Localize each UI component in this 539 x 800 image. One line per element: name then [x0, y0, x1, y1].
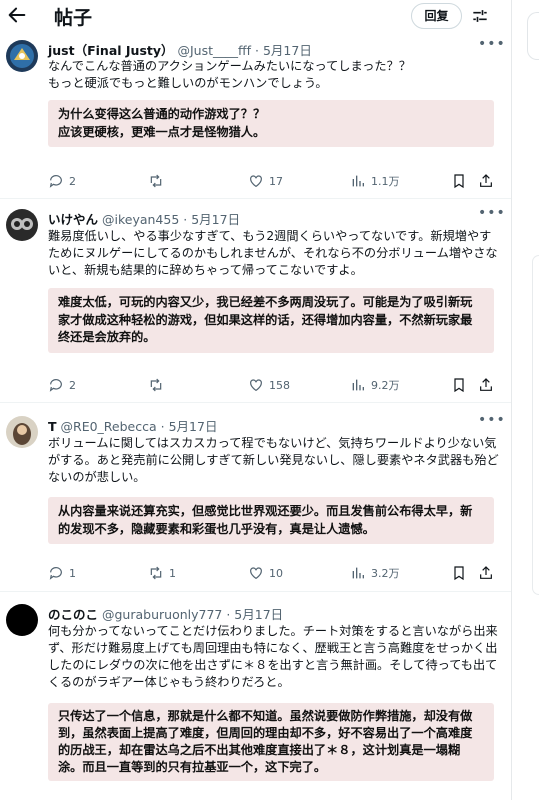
repost-icon — [150, 566, 162, 580]
more-icon[interactable]: ••• — [478, 36, 506, 52]
avatar[interactable] — [6, 40, 38, 72]
bookmark-icon — [454, 566, 464, 581]
author-handle[interactable]: @guraburuonly777 — [102, 607, 222, 622]
reply-action[interactable]: 1 — [48, 563, 76, 583]
page-title: 帖子 — [54, 7, 93, 29]
repost-action[interactable] — [148, 375, 169, 395]
like-icon — [250, 175, 262, 188]
more-icon[interactable]: ••• — [478, 205, 506, 221]
author-handle[interactable]: @RE0_Rebecca — [61, 419, 157, 434]
like-icon — [250, 567, 262, 580]
post-text: なんでこんな普通のアクションゲームみたいになってしまった？？ もっと硬派でもっと… — [48, 59, 411, 90]
like-count: 17 — [269, 174, 283, 188]
translation-box: 为什么变得这么普通的动作游戏了？？ 应该更硬核，更难一点才是怪物猎人。 — [48, 100, 494, 147]
reply-button[interactable]: 回复 — [411, 3, 462, 29]
author-handle[interactable]: @ikeyan455 — [102, 212, 179, 227]
bookmark-action[interactable] — [451, 375, 467, 395]
share-icon — [480, 378, 492, 391]
reply-icon — [49, 175, 62, 188]
author-name[interactable]: just（Final Justy） — [48, 43, 174, 58]
repost-action[interactable] — [148, 171, 169, 191]
views-action[interactable]: 9.2万 — [350, 375, 400, 395]
back-arrow-icon[interactable] — [6, 4, 28, 26]
post-date[interactable]: · 5月17日 — [255, 43, 312, 58]
avatar[interactable] — [6, 604, 38, 636]
views-icon — [352, 567, 364, 579]
reply-count: 1 — [69, 566, 76, 580]
action-bar: 2 17 1.1万 — [48, 171, 500, 191]
avatar[interactable] — [6, 416, 38, 448]
more-icon[interactable]: ••• — [478, 412, 506, 428]
reply-action[interactable]: 2 — [48, 171, 76, 191]
bookmark-action[interactable] — [451, 563, 467, 583]
reply-action[interactable]: 2 — [48, 375, 76, 395]
like-action[interactable]: 17 — [248, 171, 283, 191]
reply-icon — [49, 379, 62, 392]
repost-icon — [150, 378, 162, 392]
post-item: のこのこ @guraburuonly777 · 5月17日 何も分かってないって… — [0, 593, 511, 800]
post-header: いけやん @ikeyan455 · 5月17日 — [48, 209, 240, 228]
post-item: just（Final Justy） @Just____fff · 5月17日 •… — [0, 34, 511, 199]
author-name[interactable]: T — [48, 419, 57, 434]
bookmark-icon — [454, 378, 464, 393]
translation-box: 难度太低，可玩的内容又少，我已经差不多两周没玩了。可能是为了吸引新玩家才做成这种… — [48, 288, 494, 353]
post-header: just（Final Justy） @Just____fff · 5月17日 — [48, 40, 312, 59]
post-text: 難易度低いし、やる事少なすぎて、もう2週間くらいやってないです。新規増やすために… — [48, 229, 498, 277]
repost-action[interactable]: 1 — [148, 563, 176, 583]
action-bar: 2 158 9.2万 — [48, 375, 500, 395]
post-item: いけやん @ikeyan455 · 5月17日 ••• 難易度低いし、やる事少な… — [0, 200, 511, 403]
sidebar-search-edge[interactable] — [527, 12, 539, 60]
post-text: ボリュームに関してはスカスカって程でもないけど、気持ちワールドより少ない気がする… — [48, 436, 499, 484]
bookmark-icon — [454, 174, 464, 189]
like-action[interactable]: 10 — [248, 563, 283, 583]
settings-icon[interactable] — [470, 6, 490, 26]
share-action[interactable] — [478, 563, 494, 583]
share-icon — [480, 174, 492, 187]
repost-count: 1 — [169, 566, 176, 580]
translation-box: 从内容量来说还算充实，但感觉比世界观还要少。而且发售前公布得太早，新的发现不多，… — [48, 497, 494, 544]
views-count: 9.2万 — [371, 379, 400, 392]
top-bar: 帖子 回复 — [0, 0, 512, 32]
bookmark-action[interactable] — [451, 171, 467, 191]
share-icon — [480, 566, 492, 579]
action-bar: 1 1 10 3.2万 — [48, 563, 500, 583]
views-icon — [352, 175, 364, 187]
like-icon — [250, 379, 262, 392]
post-date[interactable]: · 5月17日 — [226, 607, 283, 622]
post-header: T @RE0_Rebecca · 5月17日 — [48, 416, 217, 435]
views-count: 3.2万 — [371, 567, 400, 580]
reply-count: 2 — [69, 174, 76, 188]
views-action[interactable]: 3.2万 — [350, 563, 400, 583]
sidebar-panel-edge — [532, 255, 539, 595]
post-header: のこのこ @guraburuonly777 · 5月17日 — [48, 604, 283, 623]
like-action[interactable]: 158 — [248, 375, 290, 395]
reply-icon — [49, 567, 62, 580]
views-count: 1.1万 — [371, 175, 400, 188]
post-date[interactable]: · 5月17日 — [161, 419, 218, 434]
repost-icon — [150, 174, 162, 188]
like-count: 158 — [269, 378, 290, 392]
share-action[interactable] — [478, 171, 494, 191]
like-count: 10 — [269, 566, 283, 580]
column-divider — [511, 0, 512, 800]
post-item: T @RE0_Rebecca · 5月17日 ••• ボリュームに関してはスカス… — [0, 404, 511, 592]
author-name[interactable]: いけやん — [48, 212, 98, 227]
avatar[interactable] — [6, 209, 38, 241]
reply-count: 2 — [69, 378, 76, 392]
translation-box: 只传达了一个信息，那就是什么都不知道。虽然说要做防作弊措施，却没有做到，虽然表面… — [48, 703, 494, 781]
views-icon — [352, 379, 364, 391]
author-handle[interactable]: @Just____fff — [178, 43, 252, 58]
share-action[interactable] — [478, 375, 494, 395]
post-text: 何も分かってないってことだけ伝わりました。チート対策をすると言いながら出来ず、形… — [48, 624, 498, 689]
author-name[interactable]: のこのこ — [48, 607, 98, 622]
post-date[interactable]: · 5月17日 — [183, 212, 240, 227]
views-action[interactable]: 1.1万 — [350, 171, 400, 191]
